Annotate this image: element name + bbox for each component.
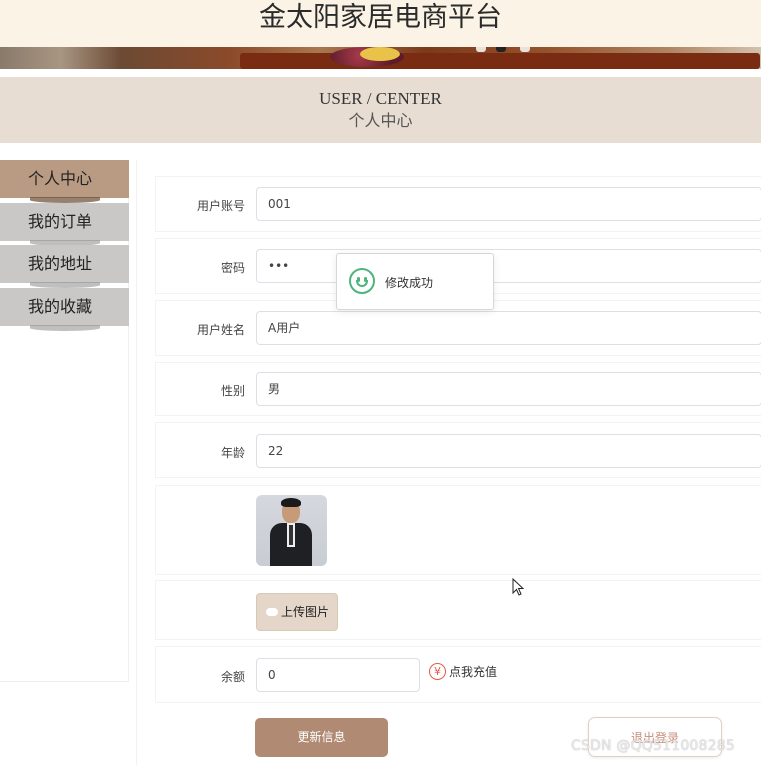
success-toast: 修改成功 [336, 253, 494, 310]
name-input[interactable]: A用户 [256, 311, 761, 345]
header-title-en: USER / CENTER [319, 89, 442, 108]
banner-image [0, 47, 761, 69]
watermark: CSDN @QQ511008285 [571, 738, 735, 754]
header-title-cn: 个人中心 [348, 111, 413, 130]
form-row-balance: 余额 0 ¥ 点我充值 [155, 646, 761, 703]
user-center-header: USER / CENTER 个人中心 [0, 77, 761, 143]
upload-button-label: 上传图片 [281, 605, 330, 619]
main-divider [136, 160, 137, 765]
recharge-link[interactable]: ¥ 点我充值 [429, 663, 497, 680]
site-title: 金太阳家居电商平台 [259, 2, 502, 33]
toast-message: 修改成功 [385, 276, 434, 290]
yen-icon: ¥ [429, 663, 446, 680]
account-label: 用户账号 [196, 199, 245, 213]
form-row-gender: 性别 男 [155, 362, 761, 416]
sidebar-item-profile[interactable]: 个人中心 [0, 160, 129, 203]
balance-input[interactable]: 0 [256, 658, 420, 692]
form-row-avatar [155, 485, 761, 575]
upload-image-button[interactable]: 上传图片 [256, 593, 338, 631]
sidebar-item-favorites[interactable]: 我的收藏 [0, 287, 129, 331]
age-label: 年龄 [220, 446, 245, 460]
password-label: 密码 [220, 261, 245, 275]
gender-input[interactable]: 男 [256, 372, 761, 406]
form-row-upload: 上传图片 [155, 580, 761, 640]
gender-label: 性别 [220, 384, 245, 398]
age-input[interactable]: 22 [256, 434, 761, 468]
form-row-account: 用户账号 001 [155, 176, 761, 232]
smile-icon [349, 268, 375, 294]
sidebar-item-orders[interactable]: 我的订单 [0, 202, 129, 246]
recharge-label: 点我充值 [449, 665, 498, 679]
sidebar: 个人中心 我的订单 我的地址 我的收藏 [0, 160, 129, 682]
avatar [256, 495, 327, 566]
name-label: 用户姓名 [196, 323, 245, 337]
update-info-button[interactable]: 更新信息 [255, 718, 388, 757]
sidebar-item-address[interactable]: 我的地址 [0, 245, 129, 288]
password-input[interactable]: ••• [256, 249, 761, 283]
form-row-age: 年龄 22 [155, 422, 761, 478]
cloud-upload-icon [266, 608, 278, 616]
account-input[interactable]: 001 [256, 187, 761, 221]
mouse-cursor-icon [512, 578, 524, 596]
balance-label: 余额 [220, 670, 245, 684]
